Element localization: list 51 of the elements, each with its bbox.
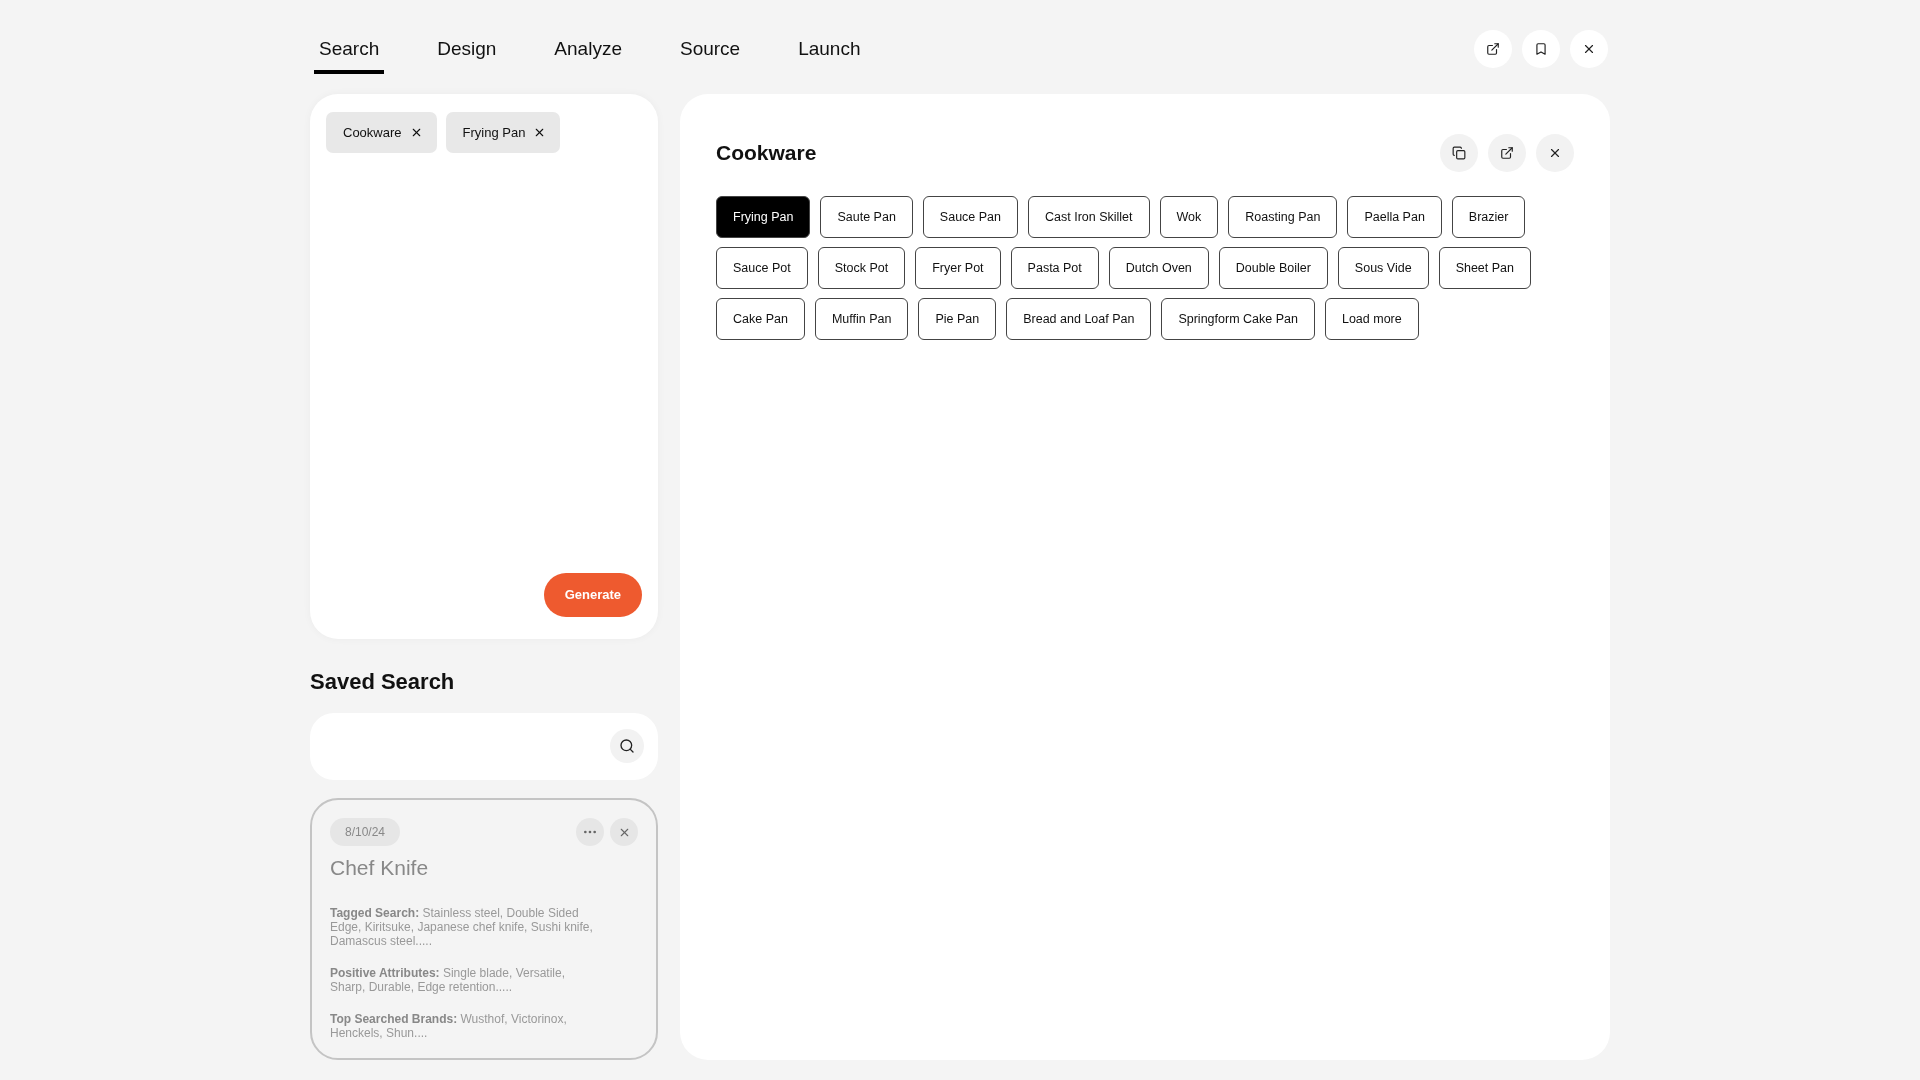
- option-chip[interactable]: Muffin Pan: [814, 298, 909, 340]
- nav-tab[interactable]: Analyze: [549, 24, 627, 74]
- close-button[interactable]: [1536, 134, 1574, 172]
- close-button[interactable]: [610, 818, 638, 846]
- option-chip[interactable]: Sauce Pot: [716, 247, 808, 289]
- option-chip[interactable]: Saute Pan: [820, 196, 913, 238]
- external-button[interactable]: [1474, 30, 1512, 68]
- card-detail: Tagged Search: Stainless steel, Double Sided Edge, Kiritsuke, Japanese chef knife, Sushi knife, Damascus steel.....: [330, 906, 594, 948]
- panel-title: Cookware: [716, 141, 817, 165]
- option-chip[interactable]: Springform Cake Pan: [1161, 298, 1315, 340]
- bookmark-button[interactable]: [1522, 30, 1560, 68]
- option-chip[interactable]: Bread and Loaf Pan: [1006, 298, 1152, 340]
- search-button[interactable]: [610, 729, 644, 764]
- option-chip[interactable]: Dutch Oven: [1108, 247, 1209, 289]
- copy-button[interactable]: [1440, 134, 1478, 172]
- option-chip[interactable]: Paella Pan: [1347, 196, 1442, 238]
- option-chip[interactable]: Double Boiler: [1218, 247, 1328, 289]
- nav-tab[interactable]: Design: [432, 24, 502, 74]
- option-chip[interactable]: Load more: [1324, 298, 1419, 340]
- option-chip[interactable]: Wok: [1159, 196, 1219, 238]
- option-chip[interactable]: Sheet Pan: [1438, 247, 1531, 289]
- nav-tab[interactable]: Launch: [793, 24, 866, 74]
- external-button[interactable]: [1488, 134, 1526, 172]
- nav-tab[interactable]: Source: [674, 24, 746, 74]
- bookmark-icon: [1534, 42, 1548, 56]
- close-icon: [1582, 42, 1596, 56]
- card-detail: Positive Attributes: Single blade, Versatile, Sharp, Durable, Edge retention.....: [330, 966, 566, 994]
- option-chip[interactable]: Brazier: [1451, 196, 1526, 238]
- option-chip[interactable]: Frying Pan: [716, 196, 811, 238]
- card-detail: Top Searched Brands: Wusthof, Victorinox, Henckels, Shun....: [330, 1012, 568, 1040]
- close-icon: [1548, 146, 1562, 160]
- section-title: Saved Search: [310, 668, 456, 695]
- option-chip[interactable]: Cast Iron Skillet: [1028, 196, 1150, 238]
- search-icon: [619, 738, 635, 755]
- date-badge: 8/10/24: [330, 818, 401, 846]
- option-chip[interactable]: Stock Pot: [817, 247, 906, 289]
- tag-label: Cookware: [343, 125, 402, 140]
- search-field[interactable]: [310, 712, 658, 780]
- option-chip[interactable]: Sauce Pan: [922, 196, 1018, 238]
- tag-label: Frying Pan: [462, 125, 526, 140]
- option-chip[interactable]: Fryer Pot: [915, 247, 1001, 289]
- option-chip[interactable]: Cake Pan: [716, 298, 805, 340]
- nav-tab[interactable]: Search: [314, 24, 385, 74]
- copy-icon: [1452, 146, 1466, 160]
- external-link-icon: [1486, 42, 1500, 56]
- external-link-icon: [1500, 146, 1514, 160]
- option-chip[interactable]: Roasting Pan: [1228, 196, 1338, 238]
- option-chip[interactable]: Sous Vide: [1337, 247, 1429, 289]
- card-title: Chef Knife: [330, 856, 430, 880]
- option-chip[interactable]: Pasta Pot: [1010, 247, 1099, 289]
- option-chip[interactable]: Pie Pan: [918, 298, 997, 340]
